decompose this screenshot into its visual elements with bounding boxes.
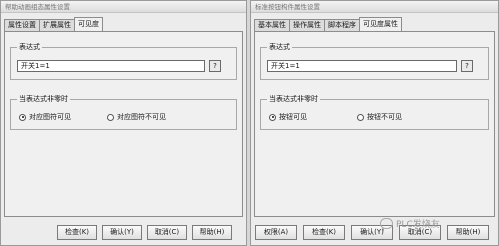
watermark-text: PLC发烧友: [396, 220, 440, 230]
check-button[interactable]: 检查(K): [57, 225, 97, 240]
tab-visibility-attributes[interactable]: 可见度属性: [359, 17, 402, 31]
expression-picker-button[interactable]: ?: [461, 60, 473, 72]
radio-symbol-invisible[interactable]: 对应图符不可见: [107, 112, 166, 122]
radio-unchecked-icon: [357, 113, 364, 121]
expression-group: 表达式 开关1=1 ?: [10, 43, 237, 80]
tab-script-program[interactable]: 脚本程序: [324, 19, 360, 31]
radio-symbol-visible[interactable]: 对应图符可见: [19, 112, 71, 122]
watermark: PLC发烧友: [380, 217, 440, 231]
radio-label: 按钮不可见: [367, 113, 402, 121]
expression-group: 表达式 开关1=1 ?: [260, 43, 489, 80]
radio-button-invisible[interactable]: 按钮不可见: [357, 112, 402, 122]
tab-attribute-settings[interactable]: 属性设置: [4, 19, 40, 31]
dialog-title: 标准按钮构件属性设置: [251, 1, 498, 13]
nonzero-visibility-group: 当表达式非零时 按钮可见 按钮不可见: [260, 95, 489, 130]
tab-extended-attributes[interactable]: 扩展属性: [39, 19, 75, 31]
radio-label: 按钮可见: [279, 113, 307, 121]
radio-checked-icon: [19, 113, 26, 121]
tab-strip: 属性设置 扩展属性 可见度: [4, 17, 103, 31]
help-button[interactable]: 帮助(H): [192, 225, 232, 240]
expression-input[interactable]: 开关1=1: [17, 60, 205, 72]
radio-button-visible[interactable]: 按钮可见: [269, 112, 307, 122]
confirm-button[interactable]: 确认(Y): [102, 225, 142, 240]
tab-panel: 表达式 开关1=1 ? 当表达式非零时 按钮可见 按钮不可见: [254, 31, 495, 217]
radio-checked-icon: [269, 113, 276, 121]
dialog-title: 帮助动画组态属性设置: [1, 1, 246, 13]
expression-input[interactable]: 开关1=1: [267, 60, 457, 72]
animation-config-dialog: 帮助动画组态属性设置 属性设置 扩展属性 可见度 表达式 开关1=1 ? 当表达…: [0, 0, 247, 246]
radio-label: 对应图符可见: [29, 113, 71, 121]
tab-strip: 基本属性 操作属性 脚本程序 可见度属性: [254, 17, 402, 31]
help-button[interactable]: 帮助(H): [447, 225, 489, 240]
check-button[interactable]: 检查(K): [303, 225, 345, 240]
cancel-button[interactable]: 取消(C): [147, 225, 187, 240]
nonzero-group-title: 当表达式非零时: [267, 95, 320, 104]
tab-panel: 表达式 开关1=1 ? 当表达式非零时 对应图符可见 对应图符不可见: [4, 31, 243, 217]
permission-button[interactable]: 权限(A): [255, 225, 297, 240]
radio-label: 对应图符不可见: [117, 113, 166, 121]
nonzero-visibility-group: 当表达式非零时 对应图符可见 对应图符不可见: [10, 95, 237, 130]
tab-visibility[interactable]: 可见度: [74, 17, 103, 31]
expression-picker-button[interactable]: ?: [209, 60, 221, 72]
button-config-dialog: 标准按钮构件属性设置 基本属性 操作属性 脚本程序 可见度属性 表达式 开关1=…: [250, 0, 499, 246]
tab-operation-attributes[interactable]: 操作属性: [289, 19, 325, 31]
chat-bubble-icon: [380, 218, 393, 231]
expression-group-title: 表达式: [17, 43, 42, 52]
nonzero-group-title: 当表达式非零时: [17, 95, 70, 104]
expression-group-title: 表达式: [267, 43, 292, 52]
radio-unchecked-icon: [107, 113, 114, 121]
tab-basic-attributes[interactable]: 基本属性: [254, 19, 290, 31]
